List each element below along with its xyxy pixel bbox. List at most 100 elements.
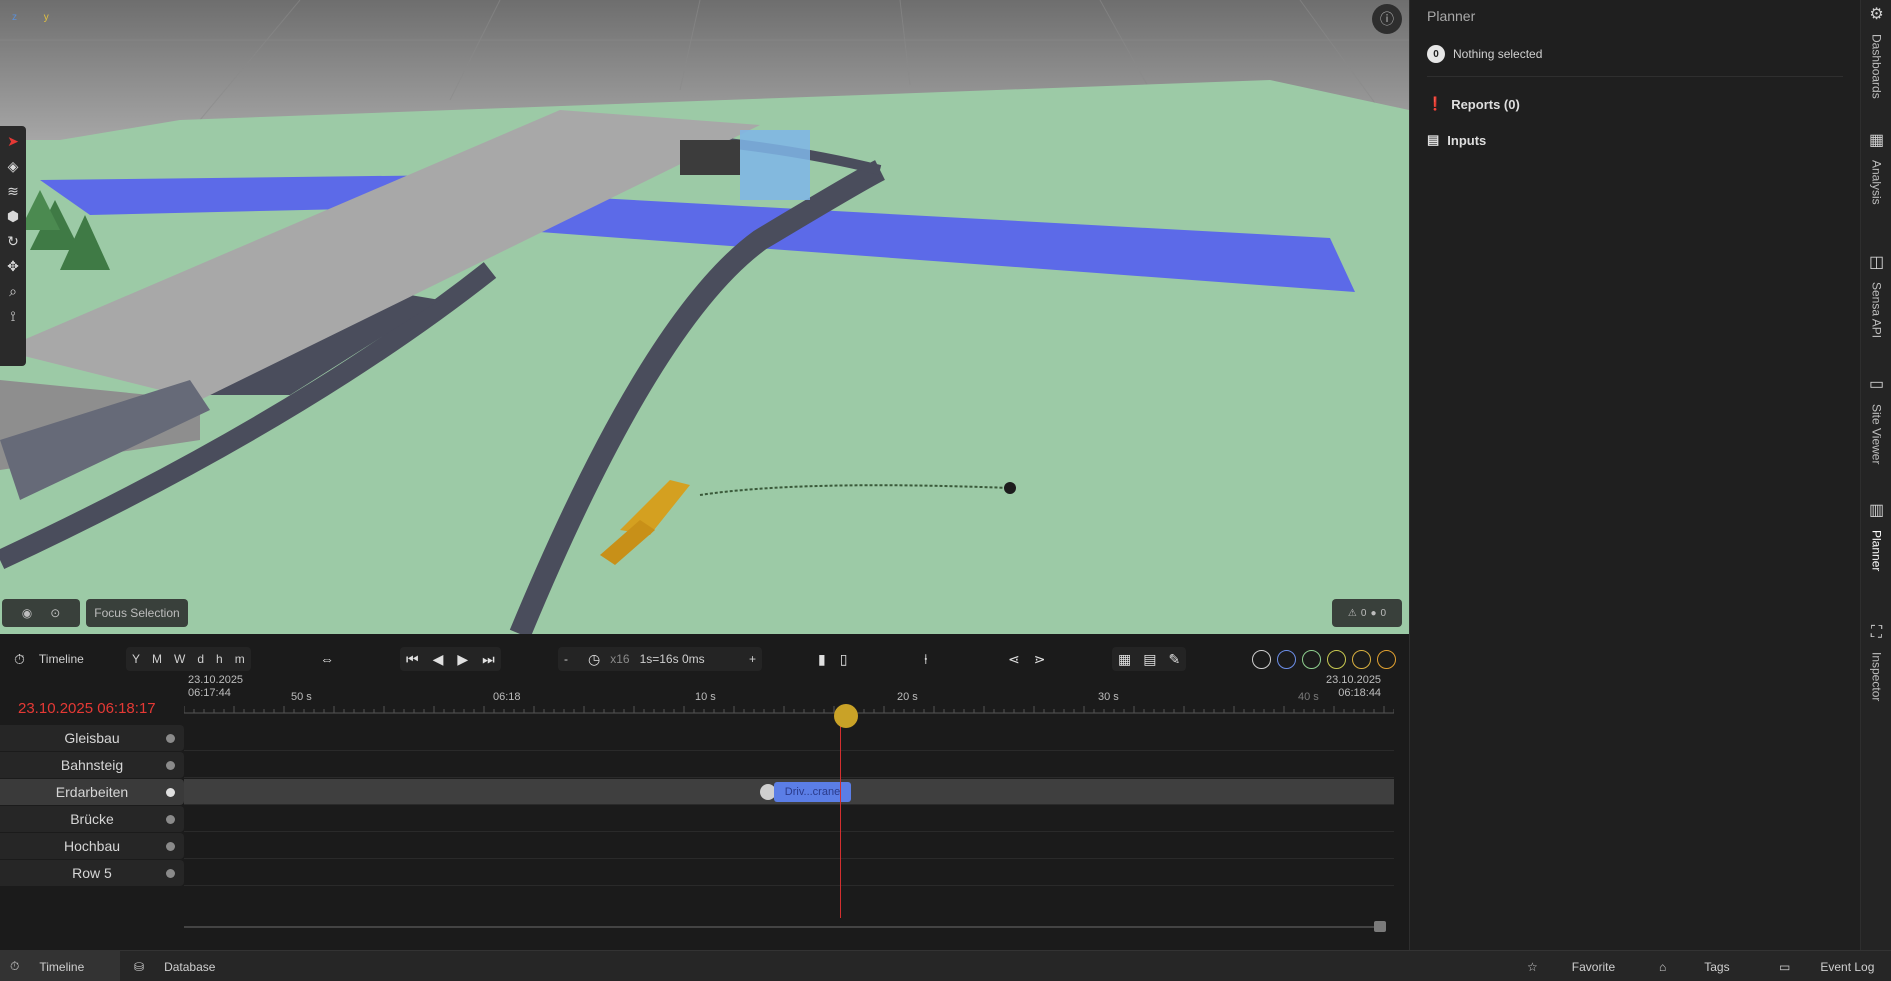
planner-title: Planner [1427, 8, 1476, 24]
row-lane[interactable] [184, 806, 1394, 832]
share-group: ⋖ ⋗ [1008, 646, 1045, 672]
speed-increase-button[interactable]: + [749, 652, 756, 666]
step-back-icon[interactable]: ◀ [433, 651, 444, 668]
playback-controls: ⏮ ◀ ▶ ⏭ [400, 647, 501, 671]
3d-viewport[interactable]: z y ⓘ ➤ ◈ ≋ ⬢ ↻ ✥ ⌕ ⟟ ◉ ⊙ Focus Selectio… [0, 0, 1409, 634]
play-icon[interactable]: ▶ [457, 651, 468, 668]
timeline-scroll-thumb[interactable] [1374, 921, 1386, 932]
layers-stack-icon[interactable]: ≋ [7, 182, 19, 200]
skip-end-icon[interactable]: ⏭ [482, 651, 495, 668]
tick-label: 40 s [1298, 691, 1319, 703]
timeline-row-row-5[interactable]: Row 5 [0, 860, 1395, 886]
color-filter-circle[interactable] [1377, 649, 1396, 669]
zoom-month-button[interactable]: M [152, 652, 162, 666]
cube-icon[interactable]: ⬢ [7, 207, 19, 225]
inspector-icon: ⛶ [1870, 624, 1883, 641]
zoom-minute-button[interactable]: m [235, 652, 245, 666]
bottom-tab-database[interactable]: ⛁ Database [124, 951, 244, 981]
timeline-row-gleisbau[interactable]: Gleisbau [0, 725, 1395, 751]
tab-site-viewer[interactable]: ▭ Site Viewer [1861, 374, 1891, 464]
tag-icon: ⌂ [1659, 959, 1667, 974]
zoom-year-button[interactable]: Y [132, 652, 140, 666]
reports-section[interactable]: ❗ Reports (0) [1427, 96, 1520, 112]
skip-start-icon[interactable]: ⏮ [406, 651, 419, 668]
bottom-tab-database-label: Database [164, 959, 216, 974]
tab-dashboards[interactable]: ⚙ Dashboards [1861, 4, 1891, 99]
tab-planner[interactable]: ▥ Planner [1861, 500, 1891, 571]
inputs-section[interactable]: ▤ Inputs [1427, 132, 1486, 148]
row-toggle[interactable] [166, 788, 175, 797]
row-toggle[interactable] [166, 761, 175, 770]
analysis-icon: ▦ [1868, 132, 1885, 149]
tab-inspector[interactable]: ⛶ Inspector [1861, 624, 1891, 701]
tick-label: 10 s [695, 691, 716, 703]
measure-path-icon[interactable]: ⟟ [10, 307, 15, 325]
layer-icon[interactable]: ◈ [8, 157, 19, 175]
timeline-row-bahnsteig[interactable]: Bahnsteig [0, 752, 1395, 778]
hide-eye-icon[interactable]: ◉ [22, 606, 32, 620]
timeline-scrollbar[interactable] [184, 926, 1386, 928]
current-time: 23.10.2025 06:18:17 [18, 700, 156, 717]
selection-status: 0 Nothing selected [1427, 45, 1542, 63]
focus-selection-label: Focus Selection [94, 606, 180, 620]
fit-range-button[interactable]: ⇔ [320, 646, 334, 672]
zoom-search-icon[interactable]: ⌕ [9, 282, 17, 300]
calendar-range-icon[interactable]: ▤ [1143, 651, 1156, 668]
axis-x-label: z [12, 12, 17, 23]
axis-gizmo: z y [12, 12, 49, 23]
timeline-row-hochbau[interactable]: Hochbau [0, 833, 1395, 859]
bottom-tab-timeline[interactable]: ⏱ Timeline [0, 951, 120, 981]
row-lane[interactable] [184, 725, 1394, 751]
error-icon: ● [1370, 607, 1377, 619]
color-filter-circle[interactable] [1327, 649, 1346, 669]
tags-button[interactable]: ⌂ Tags [1649, 951, 1769, 981]
row-toggle[interactable] [166, 842, 175, 851]
zoom-week-button[interactable]: W [174, 652, 185, 666]
share-export-icon[interactable]: ⋗ [1034, 651, 1046, 668]
tab-analysis[interactable]: ▦ Analysis [1861, 130, 1891, 205]
color-filter-circle[interactable] [1252, 649, 1271, 669]
lock-icon[interactable]: ▮ [818, 651, 826, 668]
issues-indicator[interactable]: ⚠ 0 ● 0 [1332, 599, 1402, 627]
event-log-button[interactable]: ▭ Event Log [1769, 951, 1891, 981]
info-button[interactable]: ⓘ [1372, 4, 1402, 34]
pan-move-icon[interactable]: ✥ [7, 257, 19, 275]
select-arrow-icon[interactable]: ➤ [7, 132, 19, 150]
comment-icon: ▭ [1779, 959, 1791, 974]
range-end-time: 06:18:44 [1338, 687, 1382, 699]
focus-eye-icon[interactable]: ⊙ [50, 606, 60, 620]
row-lane[interactable] [184, 860, 1394, 886]
favorite-button[interactable]: ☆ Favorite [1517, 951, 1649, 981]
task-label: Driv...crane [784, 786, 841, 798]
row-lane[interactable]: Driv...crane [184, 779, 1394, 805]
lock-add-icon[interactable]: ▯ [840, 651, 848, 668]
color-filter-circle[interactable] [1302, 649, 1321, 669]
ruler-ticks [184, 706, 1394, 714]
marker-button[interactable]: ⍿ [924, 646, 928, 672]
row-lane[interactable] [184, 833, 1394, 859]
zoom-hour-button[interactable]: h [216, 652, 223, 666]
pencil-icon[interactable]: ✎ [1168, 651, 1180, 668]
row-lane[interactable] [184, 752, 1394, 778]
calendar-icon[interactable]: ▦ [1118, 651, 1131, 668]
tab-sensa-api[interactable]: ◫ Sensa API [1861, 252, 1891, 338]
row-toggle[interactable] [166, 734, 175, 743]
site-viewer-icon: ▭ [1868, 376, 1885, 393]
zoom-day-button[interactable]: d [197, 652, 204, 666]
dashboard-icon: ⚙ [1869, 6, 1884, 23]
speed-decrease-button[interactable]: - [564, 652, 568, 666]
timeline-row-erdarbeiten[interactable]: Erdarbeiten Driv...crane [0, 779, 1395, 805]
timeline-row-bruecke[interactable]: Brücke [0, 806, 1395, 832]
focus-selection-button[interactable]: Focus Selection [86, 599, 188, 627]
selection-text: Nothing selected [1453, 47, 1543, 61]
favorite-label: Favorite [1571, 959, 1616, 974]
planner-panel: Planner 0 Nothing selected ❗ Reports (0)… [1409, 0, 1860, 950]
color-filter-circle[interactable] [1277, 649, 1296, 669]
row-toggle[interactable] [166, 815, 175, 824]
row-toggle[interactable] [166, 869, 175, 878]
tab-inspector-label: Inspector [1869, 652, 1884, 702]
orbit-icon[interactable]: ↻ [7, 232, 19, 250]
playhead-handle[interactable] [834, 704, 858, 728]
color-filter-circle[interactable] [1352, 649, 1371, 669]
share-icon[interactable]: ⋖ [1008, 651, 1020, 668]
